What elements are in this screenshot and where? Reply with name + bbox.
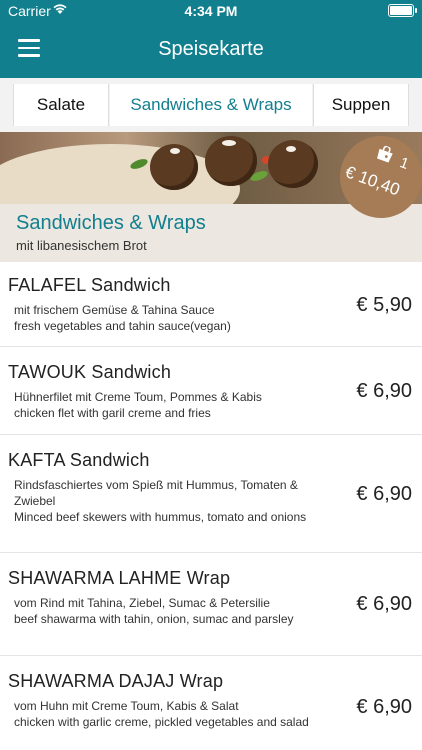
- tab-suppen[interactable]: Suppen: [313, 84, 409, 126]
- item-name: FALAFEL Sandwich: [8, 275, 171, 295]
- item-name: SHAWARMA DAJAJ Wrap: [8, 671, 224, 691]
- item-description-de: Hühnerfilet mit Creme Toum, Pommes & Kab…: [14, 390, 262, 404]
- clock: 4:34 PM: [184, 3, 238, 19]
- item-description-de: mit frischem Gemüse & Tahina Sauce: [14, 303, 215, 317]
- battery-icon: [388, 4, 417, 17]
- navigation-bar: Speisekarte: [0, 22, 422, 78]
- menu-item[interactable]: FALAFEL Sandwich mit frischem Gemüse & T…: [0, 262, 422, 347]
- category-tabs: Salate Sandwiches & Wraps Suppen: [0, 78, 422, 132]
- item-description-de: Rindsfaschiertes vom Spieß mit Hummus, T…: [14, 478, 298, 508]
- menu-item[interactable]: SHAWARMA LAHME Wrap vom Rind mit Tahina,…: [0, 553, 422, 656]
- item-description-en: Minced beef skewers with hummus, tomato …: [14, 510, 307, 524]
- item-price: € 6,90: [356, 696, 412, 718]
- item-description-en: chicken flet with garil creme and fries: [14, 406, 211, 420]
- tab-salate[interactable]: Salate: [13, 84, 109, 126]
- cart-count: 1: [397, 154, 411, 174]
- status-bar: Carrier 4:34 PM: [0, 0, 422, 22]
- menu-list: FALAFEL Sandwich mit frischem Gemüse & T…: [0, 262, 422, 750]
- item-description: Rindsfaschiertes vom Spieß mit Hummus, T…: [14, 477, 314, 525]
- category-subtitle: mit libanesischem Brot: [16, 238, 147, 253]
- shopping-bag-icon: [377, 145, 393, 163]
- item-price: € 6,90: [356, 483, 412, 505]
- item-description: Hühnerfilet mit Creme Toum, Pommes & Kab…: [14, 389, 314, 421]
- item-description: mit frischem Gemüse & Tahina Sauce fresh…: [14, 302, 314, 334]
- item-description-en: chicken with garlic creme, pickled veget…: [14, 715, 309, 729]
- menu-item[interactable]: KAFTA Sandwich Rindsfaschiertes vom Spie…: [0, 435, 422, 553]
- cart-total: € 10,40: [342, 162, 403, 200]
- page-title: Speisekarte: [158, 38, 264, 60]
- item-price: € 6,90: [356, 380, 412, 402]
- menu-item[interactable]: TAWOUK Sandwich Hühnerfilet mit Creme To…: [0, 347, 422, 435]
- item-description-en: fresh vegetables and tahin sauce(vegan): [14, 319, 231, 333]
- category-header: Sandwiches & Wraps mit libanesischem Bro…: [0, 204, 422, 262]
- item-name: KAFTA Sandwich: [8, 450, 150, 470]
- tab-sandwiches-wraps[interactable]: Sandwiches & Wraps: [110, 84, 312, 126]
- item-price: € 6,90: [356, 593, 412, 615]
- item-price: € 5,90: [356, 294, 412, 316]
- item-description: vom Huhn mit Creme Toum, Kabis & Salat c…: [14, 698, 314, 730]
- category-title: Sandwiches & Wraps: [16, 212, 206, 234]
- item-description-en: beef shawarma with tahin, onion, sumac a…: [14, 612, 294, 626]
- item-description: vom Rind mit Tahina, Ziebel, Sumac & Pet…: [14, 595, 314, 627]
- item-name: SHAWARMA LAHME Wrap: [8, 568, 231, 588]
- item-name: TAWOUK Sandwich: [8, 362, 172, 382]
- item-description-de: vom Rind mit Tahina, Ziebel, Sumac & Pet…: [14, 596, 270, 610]
- item-description-de: vom Huhn mit Creme Toum, Kabis & Salat: [14, 699, 239, 713]
- menu-item[interactable]: SHAWARMA DAJAJ Wrap vom Huhn mit Creme T…: [0, 656, 422, 750]
